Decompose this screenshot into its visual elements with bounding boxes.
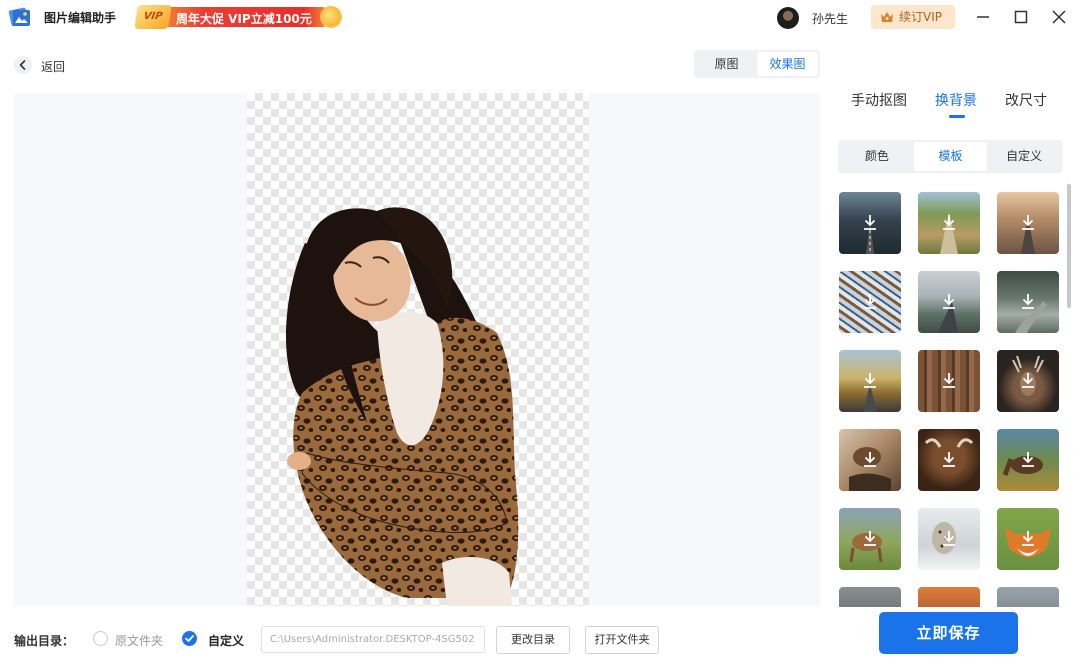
template-thumb[interactable]	[997, 587, 1059, 607]
view-toggle: 原图 效果图	[694, 50, 820, 78]
template-thumb[interactable]	[997, 192, 1059, 254]
download-icon	[1022, 215, 1034, 230]
template-thumb[interactable]	[918, 350, 980, 412]
template-grid	[838, 190, 1064, 607]
template-thumb[interactable]	[918, 587, 980, 607]
download-icon	[864, 452, 876, 467]
renew-vip-button[interactable]: 续订VIP	[871, 5, 955, 29]
template-thumb[interactable]	[839, 429, 901, 491]
background-subtabs: 颜色 模板 自定义	[838, 140, 1063, 173]
template-thumb[interactable]	[839, 508, 901, 570]
renew-vip-label: 续订VIP	[899, 10, 942, 24]
download-icon	[943, 215, 955, 230]
download-icon	[1022, 294, 1034, 309]
download-icon	[864, 373, 876, 388]
change-directory-button[interactable]: 更改目录	[496, 626, 570, 654]
maximize-icon[interactable]	[1010, 6, 1032, 28]
download-icon	[1022, 373, 1034, 388]
radio-custom-checked-icon[interactable]	[182, 631, 197, 646]
original-folder-label: 原文件夹	[115, 634, 164, 648]
crown-icon	[881, 12, 893, 22]
subtab-template[interactable]: 模板	[913, 142, 988, 171]
download-icon	[1022, 531, 1034, 546]
custom-folder-label: 自定义	[208, 634, 245, 648]
template-thumb[interactable]	[839, 587, 901, 607]
panel-tabs: 手动抠图 换背景 改尺寸	[838, 90, 1064, 120]
vip-badge: VIP	[134, 5, 172, 29]
chevron-left-icon	[14, 56, 32, 74]
title-bar: 图片编辑助手 VIP 周年大促 VIP立减100元 孙先生 续订VIP	[0, 0, 1080, 34]
coin-icon	[320, 6, 342, 28]
template-thumb[interactable]	[997, 429, 1059, 491]
download-icon	[943, 294, 955, 309]
subtab-color[interactable]: 颜色	[840, 142, 914, 171]
close-icon[interactable]	[1048, 6, 1070, 28]
back-label: 返回	[41, 60, 66, 74]
output-dir-label: 输出目录：	[14, 634, 75, 648]
app-title: 图片编辑助手	[44, 11, 117, 25]
open-folder-button[interactable]: 打开文件夹	[585, 626, 659, 654]
original-view-button[interactable]: 原图	[696, 52, 757, 76]
template-thumb[interactable]	[997, 508, 1059, 570]
subtab-custom[interactable]: 自定义	[987, 142, 1061, 171]
download-icon	[864, 215, 876, 230]
download-icon	[943, 452, 955, 467]
download-icon	[943, 373, 955, 388]
template-thumb[interactable]	[997, 271, 1059, 333]
tab-resize[interactable]: 改尺寸	[1005, 90, 1047, 110]
username: 孙先生	[812, 12, 849, 26]
template-thumb[interactable]	[839, 350, 901, 412]
download-icon	[1022, 452, 1034, 467]
download-icon	[864, 531, 876, 546]
radio-original-folder[interactable]	[93, 631, 108, 646]
save-now-button[interactable]: 立即保存	[879, 612, 1018, 654]
cutout-subject-image	[285, 207, 519, 606]
tab-manual-cutout[interactable]: 手动抠图	[851, 90, 907, 110]
template-thumb[interactable]	[997, 350, 1059, 412]
download-icon	[943, 531, 955, 546]
template-thumb[interactable]	[918, 192, 980, 254]
preview-canvas	[14, 93, 820, 606]
template-thumb[interactable]	[918, 271, 980, 333]
output-path-input[interactable]: C:\Users\Administrator.DESKTOP-4SG502	[261, 626, 485, 653]
avatar[interactable]	[777, 7, 799, 29]
tab-change-background[interactable]: 换背景	[935, 90, 977, 110]
app-logo-icon	[8, 7, 30, 27]
template-thumb[interactable]	[839, 271, 901, 333]
promo-text: 周年大促 VIP立减100元	[176, 12, 312, 26]
template-thumb[interactable]	[918, 429, 980, 491]
template-thumb[interactable]	[918, 508, 980, 570]
download-icon	[864, 294, 876, 309]
transparent-background	[247, 93, 589, 606]
template-scrollbar[interactable]	[1067, 184, 1071, 308]
minimize-icon[interactable]	[972, 6, 994, 28]
promo-banner[interactable]: VIP 周年大促 VIP立减100元	[134, 5, 342, 29]
result-view-button[interactable]: 效果图	[757, 52, 818, 76]
active-tab-indicator	[949, 115, 965, 118]
template-thumb[interactable]	[839, 192, 901, 254]
